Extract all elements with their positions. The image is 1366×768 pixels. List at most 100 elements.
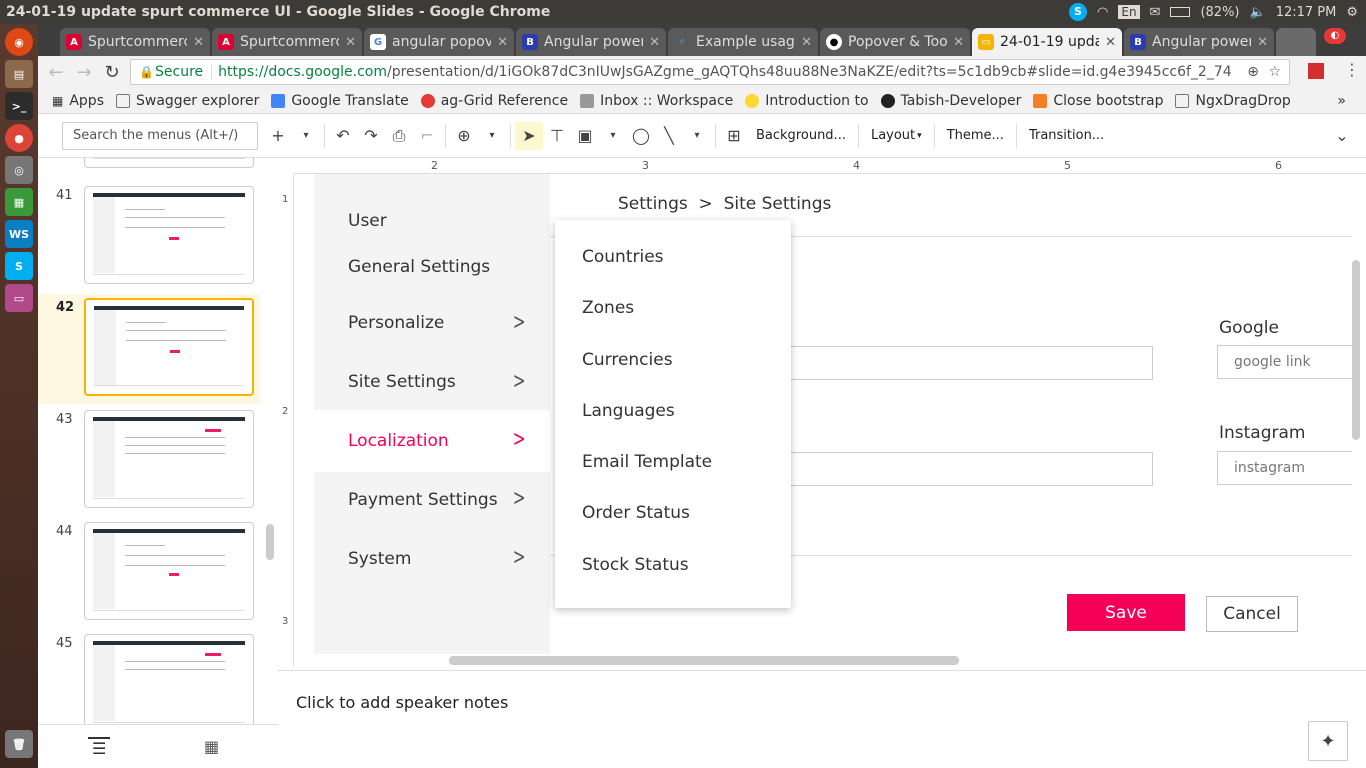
close-icon[interactable]: ✕ — [801, 35, 812, 50]
image-dropdown-icon[interactable]: ▾ — [599, 122, 627, 150]
horizontal-ruler[interactable]: 2 3 4 5 6 — [294, 158, 1366, 174]
forward-icon[interactable]: → — [70, 58, 98, 86]
menu-item-payment-settings[interactable]: Payment Settings — [348, 490, 498, 510]
close-icon[interactable]: ✕ — [1105, 35, 1116, 50]
canvas-vertical-scrollbar[interactable] — [1352, 260, 1360, 440]
popover-item-zones[interactable]: Zones — [582, 298, 634, 318]
cancel-button[interactable]: Cancel — [1206, 596, 1298, 632]
popover-item-languages[interactable]: Languages — [582, 401, 675, 421]
bookmark-stackoverflow[interactable]: Close bootstrap — [1027, 93, 1169, 109]
close-icon[interactable]: ✕ — [649, 35, 660, 50]
instagram-input[interactable]: instagram — [1217, 451, 1352, 485]
tab-0[interactable]: A Spurtcommerce ✕ — [60, 28, 210, 56]
trash-icon[interactable]: 🗑 — [5, 730, 33, 758]
tab-6-active[interactable]: ▭ 24-01-19 update spurt ✕ — [972, 28, 1122, 56]
settings-gear-icon[interactable]: ⚙ — [1346, 5, 1358, 20]
close-icon[interactable]: ✕ — [1257, 35, 1268, 50]
menu-search-input[interactable]: Search the menus (Alt+/) — [62, 121, 258, 150]
left-input-1[interactable] — [790, 346, 1153, 380]
image-icon[interactable]: ▣ — [571, 122, 599, 150]
background-button[interactable]: Background... — [748, 122, 854, 150]
menu-item-general-settings[interactable]: General Settings — [348, 257, 490, 277]
redo-icon[interactable]: ↷ — [357, 122, 385, 150]
terminal-icon[interactable]: >_ — [5, 92, 33, 120]
shape-icon[interactable]: ◯ — [627, 122, 655, 150]
text-box-icon[interactable]: ⊤ — [543, 122, 571, 150]
tab-2[interactable]: G angular popover ✕ — [364, 28, 514, 56]
skype-launcher-icon[interactable]: S — [5, 252, 33, 280]
omnibox[interactable]: 🔒 Secure https://docs.google.com/present… — [130, 59, 1290, 85]
bookmark-translate[interactable]: Google Translate — [265, 93, 414, 109]
speaker-notes-placeholder[interactable]: Click to add speaker notes — [296, 693, 508, 712]
menu-item-localization[interactable]: Localization — [348, 431, 449, 451]
tab-3[interactable]: B Angular powered Bootstrap ✕ — [516, 28, 666, 56]
back-icon[interactable]: ← — [42, 58, 70, 86]
bookmark-swagger[interactable]: Swagger explorer — [110, 93, 265, 109]
theme-button[interactable]: Theme... — [939, 122, 1012, 150]
battery-icon[interactable] — [1170, 7, 1191, 17]
popover-item-email-template[interactable]: Email Template — [582, 452, 712, 472]
close-icon[interactable]: ✕ — [953, 35, 964, 50]
close-icon[interactable]: ✕ — [345, 35, 356, 50]
tab-5[interactable]: ● Popover & Tooltip ✕ — [820, 28, 970, 56]
bookmark-ngxdragdrop[interactable]: NgxDragDrop — [1169, 93, 1296, 109]
layout-button[interactable]: Layout ▾ — [863, 122, 930, 150]
save-button[interactable]: Save — [1067, 594, 1185, 631]
slide-thumbnail-41[interactable] — [84, 186, 254, 284]
filmstrip-scrollbar[interactable] — [266, 524, 274, 560]
popover-item-countries[interactable]: Countries — [582, 247, 664, 267]
popover-item-order-status[interactable]: Order Status — [582, 503, 690, 523]
add-comment-icon[interactable]: ⊞ — [720, 122, 748, 150]
zoom-dropdown-icon[interactable]: ▾ — [478, 122, 506, 150]
filmstrip-view-icon[interactable]: ☰ — [88, 737, 111, 758]
bookmark-aggrid[interactable]: ag-Grid Reference — [415, 93, 574, 109]
files-icon[interactable]: ▤ — [5, 60, 33, 88]
collapse-toolbar-icon[interactable]: ⌄ — [1328, 122, 1356, 150]
keyboard-language[interactable]: En — [1118, 5, 1140, 19]
reload-icon[interactable]: ↻ — [98, 58, 126, 86]
select-cursor-icon[interactable]: ➤ — [515, 121, 543, 150]
speaker-notes-panel[interactable]: Click to add speaker notes ✦ — [278, 670, 1366, 768]
menu-item-system[interactable]: System — [348, 549, 411, 569]
zoom-icon[interactable]: ⊕ — [450, 122, 478, 150]
popover-item-stock-status[interactable]: Stock Status — [582, 555, 689, 575]
menu-dots-icon[interactable]: ⋮ — [1344, 60, 1360, 79]
line-dropdown-icon[interactable]: ▾ — [683, 122, 711, 150]
grid-view-icon[interactable]: ▦ — [204, 737, 219, 756]
slide-thumbnail-45[interactable] — [84, 634, 254, 724]
camera-icon[interactable]: ◎ — [5, 156, 33, 184]
slide-thumbnail-43[interactable] — [84, 410, 254, 508]
google-link-input[interactable]: google link — [1217, 345, 1352, 379]
tab-7[interactable]: B Angular powered Bootstrap ✕ — [1124, 28, 1274, 56]
bookmark-apps[interactable]: ▦ Apps — [46, 93, 110, 109]
chrome-icon[interactable]: ● — [5, 124, 33, 152]
clock[interactable]: 12:17 PM — [1276, 5, 1337, 20]
more-bookmarks-icon[interactable]: » — [1337, 93, 1346, 109]
slide-thumbnail-42-selected[interactable] — [84, 298, 254, 396]
menu-item-site-settings[interactable]: Site Settings — [348, 372, 456, 392]
transition-button[interactable]: Transition... — [1021, 122, 1112, 150]
url-text[interactable]: https://docs.google.com/presentation/d/1… — [218, 64, 1232, 80]
extension-icon[interactable] — [1308, 63, 1324, 79]
bookmark-intro[interactable]: Introduction to — [739, 93, 874, 109]
wifi-icon[interactable]: ◠ — [1097, 5, 1108, 20]
line-icon[interactable]: ╲ — [655, 122, 683, 150]
slide-thumbnail-44[interactable] — [84, 522, 254, 620]
new-tab-button[interactable] — [1276, 28, 1316, 56]
bookmark-github[interactable]: Tabish-Developer — [875, 93, 1028, 109]
mail-icon[interactable]: ✉ — [1150, 5, 1161, 20]
close-icon[interactable]: ✕ — [497, 35, 508, 50]
menu-item-user[interactable]: User — [348, 211, 387, 231]
new-slide-icon[interactable]: + — [264, 122, 292, 150]
left-input-2[interactable] — [790, 452, 1153, 486]
slide-canvas[interactable]: User General Settings Personalize > Site… — [294, 174, 1352, 654]
paint-format-icon[interactable]: ⌐ — [413, 122, 441, 150]
close-icon[interactable]: ✕ — [193, 35, 204, 50]
canvas-horizontal-scrollbar[interactable] — [449, 656, 959, 665]
bookmark-inbox[interactable]: Inbox :: Workspace — [574, 93, 739, 109]
webstorm-icon[interactable]: WS — [5, 220, 33, 248]
star-icon[interactable]: ☆ — [1268, 64, 1281, 80]
undo-icon[interactable]: ↶ — [329, 122, 357, 150]
slide-thumbnail-partial[interactable] — [84, 158, 254, 168]
calc-icon[interactable]: ▦ — [5, 188, 33, 216]
